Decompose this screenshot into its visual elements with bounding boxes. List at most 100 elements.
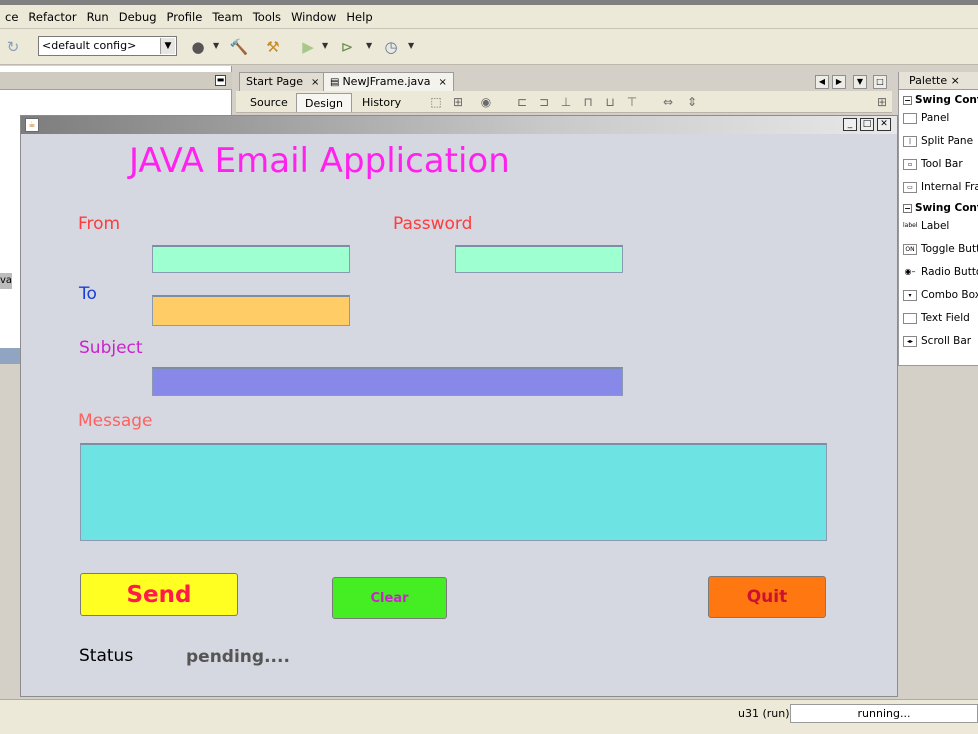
palette-item-label[interactable]: label Label (903, 220, 949, 232)
message-textarea[interactable] (80, 443, 827, 541)
palette-item-internal-frame[interactable]: ▭ Internal Fra (903, 181, 978, 193)
left-panel-item[interactable]: va (0, 273, 12, 289)
palette-category-controls[interactable]: − Swing Cont (903, 202, 978, 214)
send-button[interactable]: Send (80, 573, 238, 616)
maximize-icon[interactable]: □ (873, 75, 887, 89)
java-icon: ☕ (25, 118, 39, 132)
palette-tab[interactable]: Palette × (899, 72, 978, 90)
close-icon[interactable]: ✕ (877, 118, 891, 131)
category-label: Swing Cont (915, 94, 978, 106)
menu-debug[interactable]: Debug (114, 5, 162, 29)
palette-item-split-pane[interactable]: | Split Pane (903, 135, 973, 147)
globe-icon[interactable]: ● (187, 36, 209, 58)
menu-refactor[interactable]: Refactor (23, 5, 81, 29)
scroll-bar-icon: ◂▸ (903, 335, 917, 347)
from-field[interactable] (152, 245, 350, 273)
menu-profile[interactable]: Profile (162, 5, 208, 29)
chevron-down-icon[interactable]: ▼ (213, 41, 219, 50)
view-source-button[interactable]: Source (242, 93, 296, 112)
minimize-icon[interactable]: _ (843, 118, 857, 131)
chevron-right-icon[interactable]: ▶ (832, 75, 846, 89)
left-panel-header: ▬ (0, 72, 232, 90)
hammer-icon[interactable]: 🔨 (228, 36, 250, 58)
run-progress[interactable]: running... (790, 704, 978, 723)
item-label: Label (921, 220, 950, 232)
chevron-down-icon[interactable]: ▼ (853, 75, 867, 89)
text-field-icon (903, 312, 917, 324)
run-icon[interactable]: ▶ (297, 36, 319, 58)
collapse-icon[interactable]: − (903, 203, 912, 213)
palette-item-panel[interactable]: Panel (903, 112, 949, 124)
clear-button-label: Clear (370, 590, 409, 606)
internal-frame-icon: ▭ (903, 181, 917, 193)
palette-item-text-field[interactable]: Text Field (903, 312, 970, 324)
chevron-down-icon[interactable]: ▼ (160, 38, 175, 54)
menu-tools[interactable]: Tools (248, 5, 286, 29)
item-label: Panel (921, 112, 950, 124)
palette-item-scroll-bar[interactable]: ◂▸ Scroll Bar (903, 335, 971, 347)
quit-button-label: Quit (746, 587, 788, 607)
palette-item-tool-bar[interactable]: ▫ Tool Bar (903, 158, 963, 170)
chevron-down-icon[interactable]: ▼ (408, 41, 414, 50)
grid-icon[interactable]: ⊞ (874, 94, 890, 110)
palette-item-toggle-button[interactable]: ON Toggle Butt (903, 243, 978, 255)
subject-field[interactable] (152, 367, 623, 396)
tab-newjframe[interactable]: ▤ NewJFrame.java × (323, 72, 454, 91)
maximize-icon[interactable]: □ (860, 118, 874, 131)
close-icon[interactable]: × (311, 77, 319, 88)
config-value: <default config> (42, 39, 137, 52)
resize-vertical-icon[interactable]: ⇕ (684, 94, 700, 110)
item-label: Text Field (921, 312, 970, 324)
run-label: u31 (run) (738, 707, 790, 720)
window-title-bar[interactable]: ☕ _ □ ✕ (21, 116, 897, 134)
email-app-window: ☕ _ □ ✕ JAVA Email Application From Pass… (20, 115, 898, 697)
password-field[interactable] (455, 245, 623, 273)
quit-button[interactable]: Quit (708, 576, 826, 618)
menu-run[interactable]: Run (82, 5, 114, 29)
collapse-icon[interactable]: − (903, 95, 912, 105)
config-select[interactable]: <default config> ▼ (38, 36, 177, 56)
palette-item-radio-button[interactable]: ◉– Radio Butto (903, 266, 978, 278)
redo-icon[interactable]: ↻ (2, 36, 24, 58)
palette-category-containers[interactable]: − Swing Cont (903, 94, 978, 106)
close-icon[interactable]: × (951, 74, 960, 87)
clean-build-icon[interactable]: ⚒ (262, 36, 284, 58)
menu-help[interactable]: Help (341, 5, 377, 29)
status-value: pending.... (186, 647, 290, 667)
item-label: Scroll Bar (921, 335, 972, 347)
menu-window[interactable]: Window (286, 5, 341, 29)
preview-icon[interactable]: ◉ (478, 94, 494, 110)
palette-item-combo-box[interactable]: ▾ Combo Box (903, 289, 978, 301)
left-panel-scroll[interactable] (0, 348, 20, 364)
tab-start-page[interactable]: Start Page × (239, 72, 327, 91)
selection-mode-icon[interactable]: ⬚ (428, 94, 444, 110)
align-right-icon[interactable]: ⊐ (536, 94, 552, 110)
design-toolbar: Source Design History ⬚ ⊞ ◉ ⊏ ⊐ ⊥ ⊓ ⊔ ⊤ … (236, 91, 892, 113)
main-toolbar: ↻ <default config> ▼ ● ▼ 🔨 ⚒ ▶ ▼ ⊳ ▼ ◷ ▼ (0, 29, 978, 65)
tool-bar-icon: ▫ (903, 158, 917, 170)
app-title: JAVA Email Application (129, 141, 510, 181)
debug-icon[interactable]: ⊳ (336, 36, 358, 58)
chevron-down-icon[interactable]: ▼ (322, 41, 328, 50)
align-center-icon[interactable]: ⊥ (558, 94, 574, 110)
align-top-icon[interactable]: ⊓ (580, 94, 596, 110)
palette-panel: Palette × − Swing Cont Panel | Split Pane … (898, 72, 978, 366)
menu-source[interactable]: ce (0, 5, 23, 29)
to-field[interactable] (152, 295, 350, 326)
connection-mode-icon[interactable]: ⊞ (450, 94, 466, 110)
menu-team[interactable]: Team (207, 5, 247, 29)
minimize-icon[interactable]: ▬ (215, 75, 226, 86)
align-bottom-icon[interactable]: ⊔ (602, 94, 618, 110)
clear-button[interactable]: Clear (332, 577, 447, 619)
resize-horizontal-icon[interactable]: ⇔ (660, 94, 676, 110)
chevron-left-icon[interactable]: ◀ (815, 75, 829, 89)
align-left-icon[interactable]: ⊏ (514, 94, 530, 110)
chevron-down-icon[interactable]: ▼ (366, 41, 372, 50)
align-middle-icon[interactable]: ⊤ (624, 94, 640, 110)
palette-tab-label: Palette (909, 74, 948, 87)
profile-icon[interactable]: ◷ (380, 36, 402, 58)
status-label: Status (79, 646, 134, 666)
view-design-button[interactable]: Design (296, 93, 352, 112)
close-icon[interactable]: × (439, 77, 447, 88)
view-history-button[interactable]: History (354, 93, 409, 112)
